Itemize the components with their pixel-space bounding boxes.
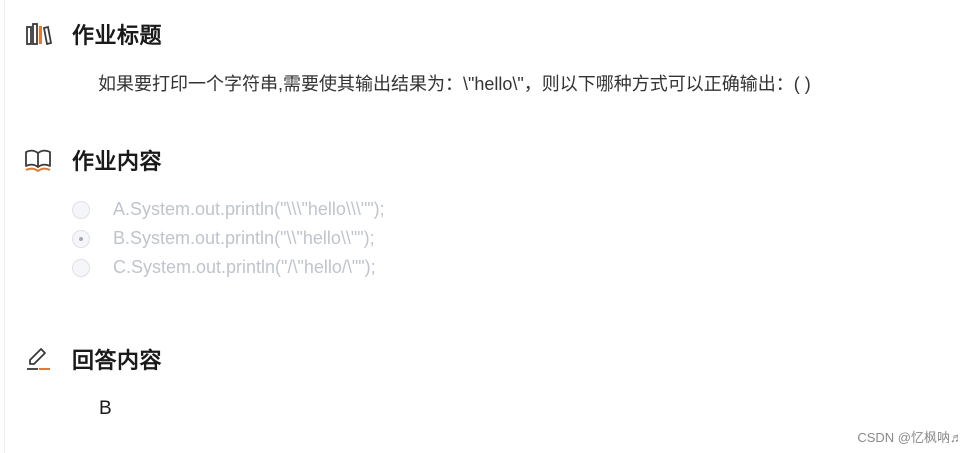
question-text: 如果要打印一个字符串,需要使其输出结果为：\"hello\"，则以下哪种方式可以… [98,74,811,94]
open-book-icon [24,146,52,174]
answer-text: B [99,398,112,419]
left-divider [4,0,5,453]
section-header-content: 作业内容 [24,145,162,175]
option-a[interactable]: A.System.out.println("\\\"hello\\\""); [72,195,385,224]
option-a-label: A.System.out.println("\\\"hello\\\""); [113,199,385,219]
option-list: A.System.out.println("\\\"hello\\\""); B… [72,195,385,282]
section-title-homework-title: 作业标题 [72,23,163,48]
option-b[interactable]: B.System.out.println("\\"hello\\""); [72,224,385,253]
radio-option-b[interactable] [72,229,90,248]
section-header-title: 作业标题 [24,19,162,49]
homework-page: 作业标题 如果要打印一个字符串,需要使其输出结果为：\"hello\"，则以下哪… [0,0,977,453]
section-title-answer-content: 回答内容 [72,348,163,373]
books-icon [24,20,52,48]
option-c[interactable]: C.System.out.println("/\"hello/\""); [72,253,385,282]
option-b-label: B.System.out.println("\\"hello\\""); [113,228,375,248]
edit-pen-icon [24,345,52,373]
option-c-label: C.System.out.println("/\"hello/\""); [113,257,376,277]
csdn-watermark: CSDN @忆枫呐♬ [857,430,963,445]
radio-option-a[interactable] [72,200,90,219]
section-title-homework-content: 作业内容 [72,149,163,174]
radio-option-c[interactable] [72,258,90,277]
section-header-answer: 回答内容 [24,344,162,374]
